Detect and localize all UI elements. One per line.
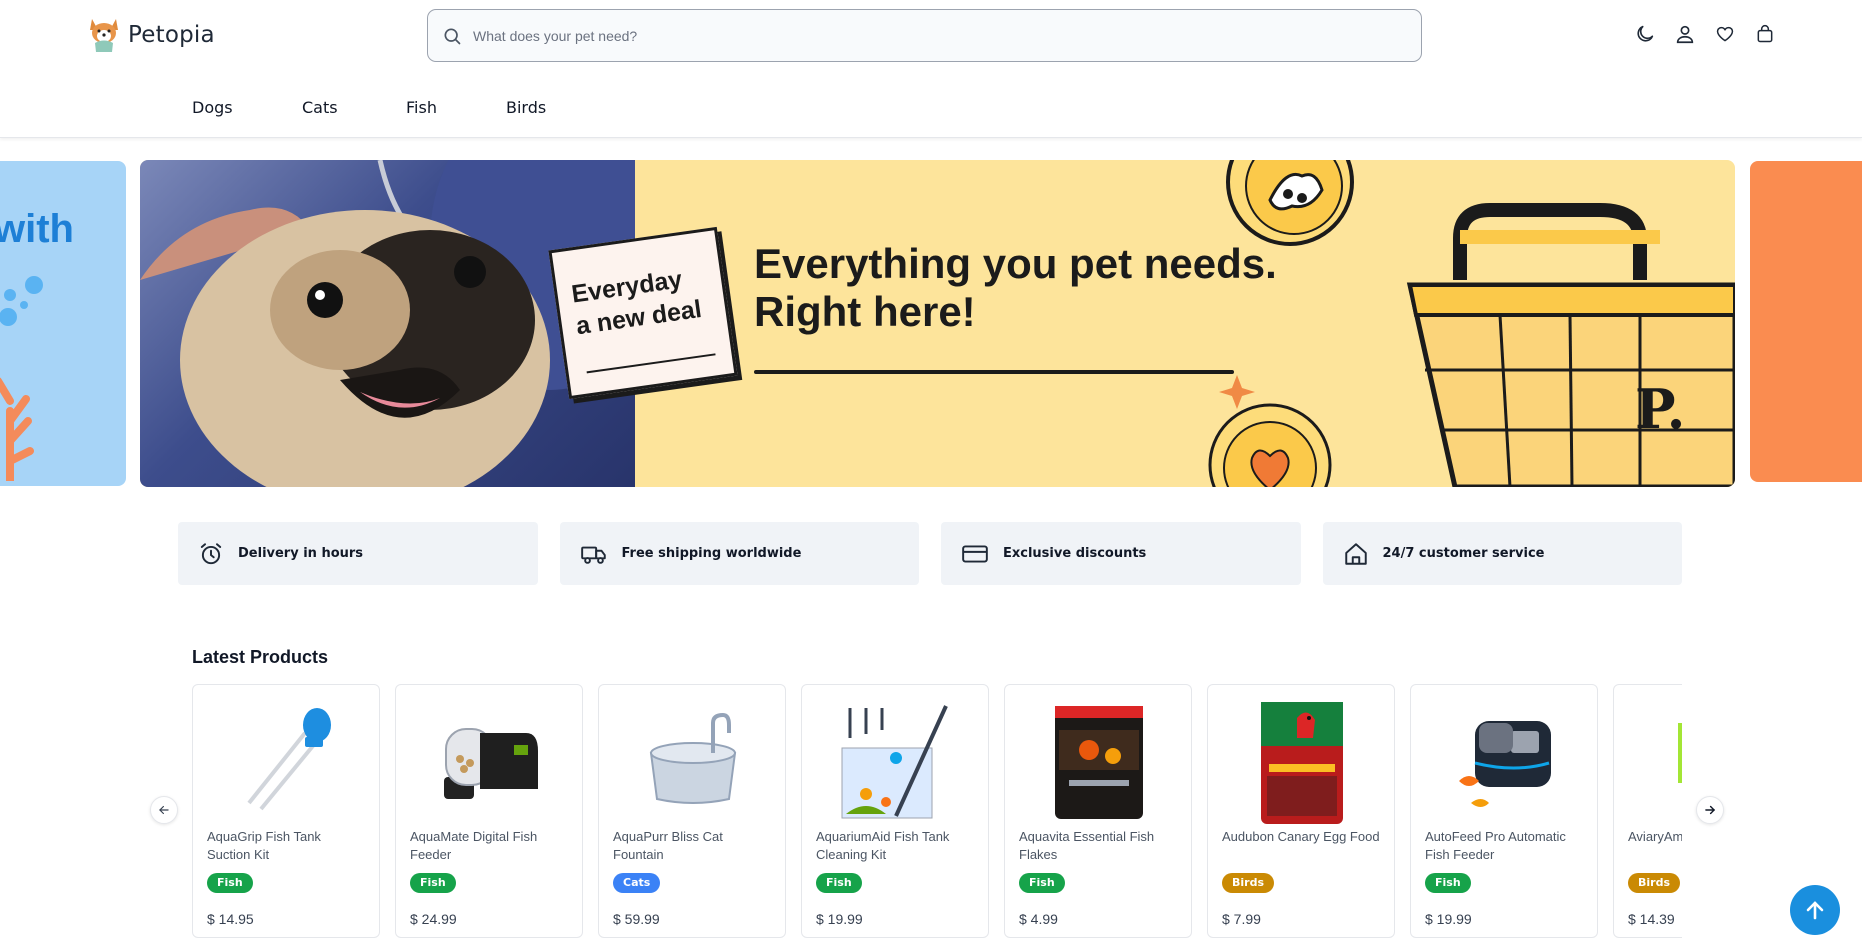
product-image: [1638, 695, 1682, 830]
scroll-to-top-button[interactable]: [1790, 885, 1840, 935]
product-card[interactable]: Aquavita Essential Fish Flakes Fish $ 4.…: [1004, 684, 1192, 938]
product-card[interactable]: AutoFeed Pro Automatic Fish Feeder Fish …: [1410, 684, 1598, 938]
nav-dogs[interactable]: Dogs: [192, 98, 233, 117]
product-image: [826, 695, 966, 830]
product-name: Aquavita Essential Fish Flakes: [1019, 829, 1155, 862]
product-price: $ 14.39: [1628, 911, 1675, 927]
product-card[interactable]: AquaMate Digital Fish Feeder Fish $ 24.9…: [395, 684, 583, 938]
search-bar[interactable]: [427, 9, 1422, 62]
feature-label: Exclusive discounts: [1003, 546, 1147, 561]
alarm-clock-icon: [200, 542, 222, 564]
product-name: Audubon Canary Egg Food: [1222, 829, 1380, 844]
product-price: $ 19.99: [816, 911, 863, 927]
category-badge: Fish: [1425, 873, 1471, 893]
product-card[interactable]: AquariumAid Fish Tank Cleaning Kit Fish …: [801, 684, 989, 938]
nav-cats[interactable]: Cats: [302, 98, 338, 117]
latest-products-title: Latest Products: [192, 647, 329, 667]
category-badge: Fish: [1019, 873, 1065, 893]
product-price: $ 19.99: [1425, 911, 1472, 927]
product-name: AviaryAm: [1628, 829, 1682, 844]
category-badge: Fish: [410, 873, 456, 893]
product-name: AquaGrip Fish Tank Suction Kit: [207, 829, 321, 862]
deal-tag: Everyday a new deal: [548, 226, 738, 400]
product-name: AquaPurr Bliss Cat Fountain: [613, 829, 723, 862]
product-track: AquaGrip Fish Tank Suction Kit Fish $ 14…: [192, 684, 1682, 938]
feature-label: Delivery in hours: [238, 546, 364, 561]
product-price: $ 4.99: [1019, 911, 1058, 927]
product-image: [623, 695, 763, 830]
heart-icon[interactable]: [1713, 22, 1737, 46]
hero-slide-previous[interactable]: with: [0, 161, 126, 486]
product-image: [420, 695, 560, 830]
moon-icon[interactable]: [1633, 22, 1657, 46]
brand-logo[interactable]: Petopia: [88, 16, 215, 54]
product-price: $ 14.95: [207, 911, 254, 927]
product-card[interactable]: AviaryAm Birds $ 14.39: [1613, 684, 1682, 938]
feature-delivery: Delivery in hours: [178, 522, 538, 585]
corgi-logo-icon: [88, 16, 120, 54]
category-badge: Birds: [1628, 873, 1681, 893]
feature-shipping: Free shipping worldwide: [559, 522, 919, 585]
hero-slide-active[interactable]: Everyday a new deal Everything you pet n…: [140, 160, 1735, 487]
header-actions: [1633, 22, 1777, 46]
category-badge: Fish: [207, 873, 253, 893]
user-icon[interactable]: [1673, 22, 1697, 46]
truck-icon: [580, 546, 606, 564]
product-price: $ 24.99: [410, 911, 457, 927]
site-header: Petopia: [0, 0, 1862, 72]
bubbles-coral-illustration: [0, 276, 43, 481]
house-icon: [1344, 542, 1367, 565]
product-card[interactable]: AquaGrip Fish Tank Suction Kit Fish $ 14…: [192, 684, 380, 938]
product-price: $ 7.99: [1222, 911, 1261, 927]
basket-letter: P.: [1635, 377, 1685, 441]
product-price: $ 59.99: [613, 911, 660, 927]
product-name: AquaMate Digital Fish Feeder: [410, 829, 538, 862]
credit-card-icon: [962, 544, 988, 563]
brand-name: Petopia: [128, 22, 215, 48]
product-name: AutoFeed Pro Automatic Fish Feeder: [1425, 829, 1566, 862]
feature-strip: Delivery in hours Free shipping worldwid…: [178, 522, 1682, 585]
nav-birds[interactable]: Birds: [506, 98, 546, 117]
search-icon: [444, 28, 461, 44]
arrow-up-icon: [1806, 901, 1824, 920]
feature-service: 24/7 customer service: [1322, 522, 1682, 585]
arrow-right-icon: [1705, 805, 1716, 815]
product-image: [1029, 695, 1169, 830]
feature-discounts: Exclusive discounts: [941, 522, 1301, 585]
hero-slide-next[interactable]: [1750, 161, 1862, 482]
category-badge: Cats: [613, 873, 661, 893]
carousel-prev-button[interactable]: [150, 796, 178, 824]
product-image: [1232, 695, 1372, 830]
product-carousel: AquaGrip Fish Tank Suction Kit Fish $ 14…: [192, 684, 1682, 950]
carousel-next-button[interactable]: [1696, 796, 1724, 824]
basket-illustration: P.: [1208, 160, 1735, 487]
arrow-left-icon: [159, 805, 169, 815]
category-badge: Fish: [816, 873, 862, 893]
search-input[interactable]: [473, 27, 1373, 44]
product-card[interactable]: AquaPurr Bliss Cat Fountain Cats $ 59.99: [598, 684, 786, 938]
product-name: AquariumAid Fish Tank Cleaning Kit: [816, 829, 950, 862]
category-nav: Dogs Cats Fish Birds: [0, 72, 1862, 138]
feature-label: Free shipping worldwide: [621, 546, 802, 561]
nav-fish[interactable]: Fish: [406, 98, 437, 117]
category-badge: Birds: [1222, 873, 1275, 893]
prev-slide-text: with: [0, 207, 74, 251]
product-card[interactable]: Audubon Canary Egg Food Birds $ 7.99: [1207, 684, 1395, 938]
product-image: [1435, 695, 1575, 830]
bag-icon[interactable]: [1753, 22, 1777, 46]
product-image: [217, 695, 357, 830]
feature-label: 24/7 customer service: [1382, 546, 1545, 561]
